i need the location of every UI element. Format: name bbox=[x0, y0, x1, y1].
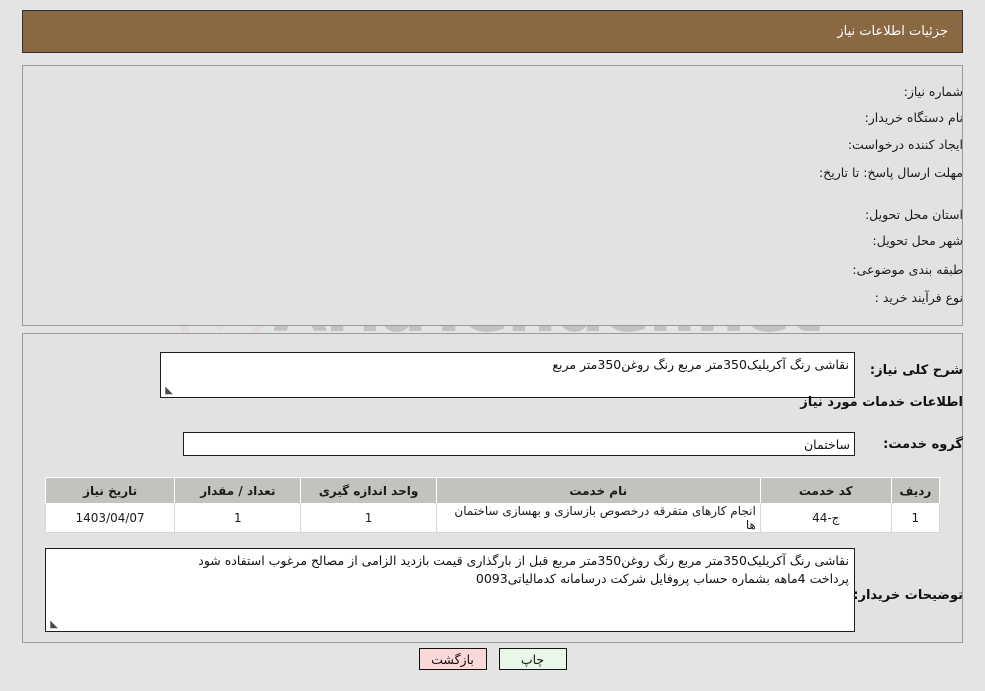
page-header-bar: جزئیات اطلاعات نیاز bbox=[22, 10, 963, 53]
general-description-value: نقاشی رنگ آکریلیک350متر مربع رنگ روغن350… bbox=[552, 357, 849, 372]
cell-service-name: انجام کارهای متفرقه درخصوص بازسازی و بهس… bbox=[435, 503, 761, 533]
service-group-value[interactable]: ساختمان bbox=[183, 432, 855, 456]
col-header-row-number: ردیف bbox=[890, 477, 941, 504]
label-purchase-process: نوع فرآیند خرید : bbox=[874, 290, 963, 305]
services-table: ردیف کد خدمت نام خدمت واحد اندازه گیری ت… bbox=[44, 477, 941, 533]
label-response-deadline: مهلت ارسال پاسخ: تا تاریخ: bbox=[818, 165, 963, 180]
col-header-need-date: تاریخ نیاز bbox=[44, 477, 176, 504]
footer-button-bar: بازگشت چاپ bbox=[0, 648, 985, 670]
label-need-number: شماره نیاز: bbox=[903, 84, 963, 99]
resize-grip-icon-2[interactable]: ◣ bbox=[48, 620, 58, 630]
services-section-heading: اطلاعات خدمات مورد نیاز bbox=[800, 395, 963, 410]
cell-need-date: 1403/04/07 bbox=[44, 503, 176, 533]
page-title: جزئیات اطلاعات نیاز bbox=[837, 24, 948, 39]
resize-grip-icon[interactable]: ◣ bbox=[163, 386, 173, 396]
label-buyer-org: نام دستگاه خریدار: bbox=[864, 110, 963, 125]
need-info-panel bbox=[22, 65, 963, 326]
back-button[interactable]: بازگشت bbox=[418, 648, 487, 670]
label-subject-category: طبقه بندی موضوعی: bbox=[852, 262, 963, 277]
buyer-notes-line-2: پرداخت 4ماهه بشماره حساب پروفایل شرکت در… bbox=[475, 571, 849, 586]
table-header-row: ردیف کد خدمت نام خدمت واحد اندازه گیری ت… bbox=[44, 477, 941, 504]
print-button[interactable]: چاپ bbox=[498, 648, 567, 670]
label-delivery-province: استان محل تحویل: bbox=[864, 207, 963, 222]
col-header-quantity: تعداد / مقدار bbox=[174, 477, 302, 504]
cell-quantity: 1 bbox=[174, 503, 302, 533]
cell-row-number: 1 bbox=[890, 503, 941, 533]
buyer-notes-textarea[interactable]: نقاشی رنگ آکریلیک350متر مربع رنگ روغن350… bbox=[45, 548, 855, 632]
label-delivery-city: شهر محل تحویل: bbox=[872, 233, 963, 248]
label-service-group: گروه خدمت: bbox=[883, 437, 963, 452]
general-description-textarea[interactable]: نقاشی رنگ آکریلیک350متر مربع رنگ روغن350… bbox=[160, 352, 855, 398]
buyer-notes-line-1: نقاشی رنگ آکریلیک350متر مربع رنگ روغن350… bbox=[198, 553, 849, 568]
col-header-service-name: نام خدمت bbox=[435, 477, 761, 504]
label-buyer-notes: توضیحات خریدار: bbox=[853, 588, 963, 603]
label-requester: ایجاد کننده درخواست: bbox=[847, 137, 963, 152]
col-header-unit: واحد اندازه گیری bbox=[300, 477, 437, 504]
cell-service-code: ج-44 bbox=[759, 503, 892, 533]
col-header-service-code: کد خدمت bbox=[759, 477, 892, 504]
label-general-description: شرح کلی نیاز: bbox=[869, 363, 963, 378]
table-row: 1 ج-44 انجام کارهای متفرقه درخصوص بازساز… bbox=[44, 503, 941, 533]
cell-unit: 1 bbox=[300, 503, 437, 533]
